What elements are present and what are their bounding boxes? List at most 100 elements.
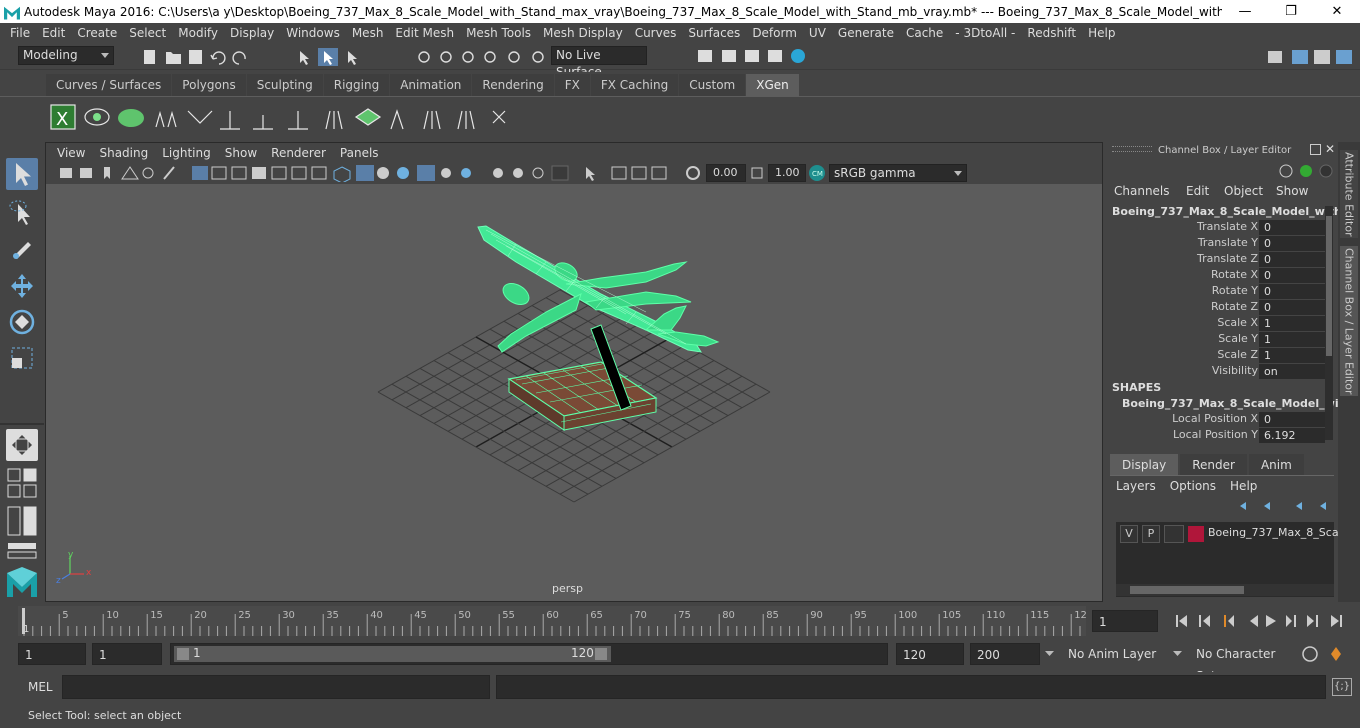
panel-menu-show[interactable]: Show (218, 146, 264, 160)
mode-dropdown[interactable]: Modeling (18, 46, 114, 65)
shelf-tab-custom[interactable]: Custom (679, 74, 746, 96)
playback-controls[interactable] (1166, 604, 1360, 638)
menu-deform[interactable]: Deform (746, 26, 803, 40)
gamma-field[interactable]: 1.00 (768, 164, 806, 182)
maximize-button[interactable]: ❐ (1268, 4, 1314, 19)
selected-object-name[interactable]: Boeing_737_Max_8_Scale_Model_with... (1112, 205, 1354, 218)
channel-value-field[interactable]: 0 (1259, 252, 1325, 267)
scene-view[interactable] (46, 184, 1102, 601)
shelf-tab-rigging[interactable]: Rigging (323, 74, 390, 96)
range-right-icons[interactable] (1300, 643, 1356, 665)
live-surface-field[interactable]: No Live Surface (551, 46, 647, 79)
menu-surfaces[interactable]: Surfaces (682, 26, 746, 40)
menu-edit-mesh[interactable]: Edit Mesh (389, 26, 460, 40)
channel-value-field[interactable]: 0 (1259, 268, 1325, 283)
layer-playback-toggle[interactable]: P (1142, 525, 1160, 543)
channel-scale-z[interactable]: Scale Z1 (1106, 348, 1338, 364)
layer-menu-options[interactable]: Options (1170, 479, 1216, 493)
channel-value-field[interactable]: 1 (1259, 332, 1325, 347)
menu-cache[interactable]: Cache (900, 26, 949, 40)
select-tool[interactable] (6, 158, 38, 190)
menu-mesh[interactable]: Mesh (346, 26, 390, 40)
paint-select-tool[interactable] (6, 232, 38, 264)
channel-value-field[interactable]: 6.192 (1259, 428, 1325, 443)
display-stand[interactable] (507, 324, 658, 431)
shelf-tab-polygons[interactable]: Polygons (172, 74, 246, 96)
menu-generate[interactable]: Generate (832, 26, 900, 40)
playback-end-field[interactable]: 120 (896, 643, 964, 665)
layer-action-icons[interactable] (1236, 498, 1332, 516)
channel-local-position-y[interactable]: Local Position Y 6.192 (1106, 428, 1338, 444)
panel-menu-lighting[interactable]: Lighting (155, 146, 218, 160)
shelf-tab-curves-surfaces[interactable]: Curves / Surfaces (46, 74, 172, 96)
shape-node-name[interactable]: Boeing_737_Max_8_Scale_Model_wi... (1122, 397, 1351, 410)
channel-box-menu-show[interactable]: Show (1276, 184, 1308, 198)
channel-value-field[interactable]: 0 (1259, 284, 1325, 299)
channel-translate-z[interactable]: Translate Z0 (1106, 252, 1338, 268)
menu-file[interactable]: File (4, 26, 36, 40)
panel-menu-shading[interactable]: Shading (92, 146, 155, 160)
channel-box-menu-edit[interactable]: Edit (1186, 184, 1209, 198)
menu-3dtoall[interactable]: - 3DtoAll - (949, 26, 1021, 40)
menu-mesh-tools[interactable]: Mesh Tools (460, 26, 537, 40)
time-slider-track[interactable]: 5 10 15 20 25 30 35 40 45 50 55 60 65 70 75 80 85 90 95 100… (18, 606, 1090, 636)
shelf-tab-fx[interactable]: FX (554, 74, 590, 96)
channel-value-field[interactable]: 0 (1259, 300, 1325, 315)
minimize-button[interactable]: — (1222, 4, 1268, 19)
layer-list-h-scrollbar[interactable] (1116, 584, 1334, 596)
channel-box-display-icons[interactable] (1278, 162, 1334, 180)
layer-tab-anim[interactable]: Anim (1248, 454, 1304, 476)
channel-translate-y[interactable]: Translate Y0 (1106, 236, 1338, 252)
channel-value-field[interactable]: 0 (1259, 236, 1325, 251)
layout-single-pane-button[interactable] (6, 429, 38, 461)
layout-stacked-icon[interactable] (6, 541, 38, 561)
channel-box-scrollbar[interactable] (1325, 206, 1333, 440)
layer-menu-help[interactable]: Help (1230, 479, 1257, 493)
channel-scale-y[interactable]: Scale Y1 (1106, 332, 1338, 348)
menu-mesh-display[interactable]: Mesh Display (537, 26, 629, 40)
menu-display[interactable]: Display (224, 26, 280, 40)
layout-outliner-icon[interactable] (6, 505, 38, 537)
color-space-dropdown[interactable]: sRGB gamma (829, 164, 967, 182)
3d-viewport[interactable]: y x z persp (46, 184, 1102, 601)
channel-translate-x[interactable]: Translate X0 (1106, 220, 1338, 236)
layer-reference-toggle[interactable] (1164, 525, 1184, 543)
anim-layer-arrow-icon[interactable] (1044, 649, 1056, 659)
rotate-tool[interactable] (6, 306, 38, 338)
float-panel-icon[interactable] (1310, 144, 1321, 155)
xgen-shelf-icons[interactable]: X (48, 101, 528, 137)
channel-rotate-y[interactable]: Rotate Y0 (1106, 284, 1338, 300)
channel-box-menu-channels[interactable]: Channels (1114, 184, 1170, 198)
menu-windows[interactable]: Windows (280, 26, 346, 40)
channel-local-position-x[interactable]: Local Position X0 (1106, 412, 1338, 428)
close-panel-icon[interactable]: ✕ (1325, 142, 1335, 156)
layer-color-swatch[interactable] (1188, 526, 1204, 542)
shelf-tab-sculpting[interactable]: Sculpting (246, 74, 323, 96)
menu-redshift[interactable]: Redshift (1021, 26, 1082, 40)
animation-start-field[interactable]: 1 (18, 643, 86, 665)
range-end-handle[interactable] (595, 648, 607, 660)
panel-drag-handle[interactable] (1112, 146, 1152, 152)
menu-uv[interactable]: UV (803, 26, 832, 40)
layer-tab-display[interactable]: Display (1110, 454, 1179, 476)
color-management-icon[interactable]: CM (808, 164, 826, 182)
lasso-tool[interactable] (6, 196, 38, 228)
menu-modify[interactable]: Modify (172, 26, 224, 40)
menu-create[interactable]: Create (71, 26, 123, 40)
channel-value-field[interactable]: 0 (1259, 220, 1325, 235)
mel-label[interactable]: MEL (28, 680, 53, 694)
channel-box-menu-object[interactable]: Object (1224, 184, 1263, 198)
close-button[interactable]: ✕ (1314, 4, 1360, 19)
mel-command-input[interactable] (62, 675, 490, 699)
channel-rotate-z[interactable]: Rotate Z0 (1106, 300, 1338, 316)
scale-tool[interactable] (6, 342, 38, 374)
channel-rotate-x[interactable]: Rotate X0 (1106, 268, 1338, 284)
anim-layer-dropdown[interactable]: No Anim Layer (1062, 643, 1162, 665)
channel-value-field[interactable]: 1 (1259, 348, 1325, 363)
script-editor-icon[interactable]: {;} (1332, 678, 1352, 696)
channel-value-field[interactable]: 1 (1259, 316, 1325, 331)
channel-box-scroll-thumb[interactable] (1326, 216, 1332, 356)
character-set-dropdown[interactable]: No Character Set (1190, 643, 1298, 683)
shelf-tab-fx-caching[interactable]: FX Caching (590, 74, 679, 96)
menu-curves[interactable]: Curves (629, 26, 683, 40)
